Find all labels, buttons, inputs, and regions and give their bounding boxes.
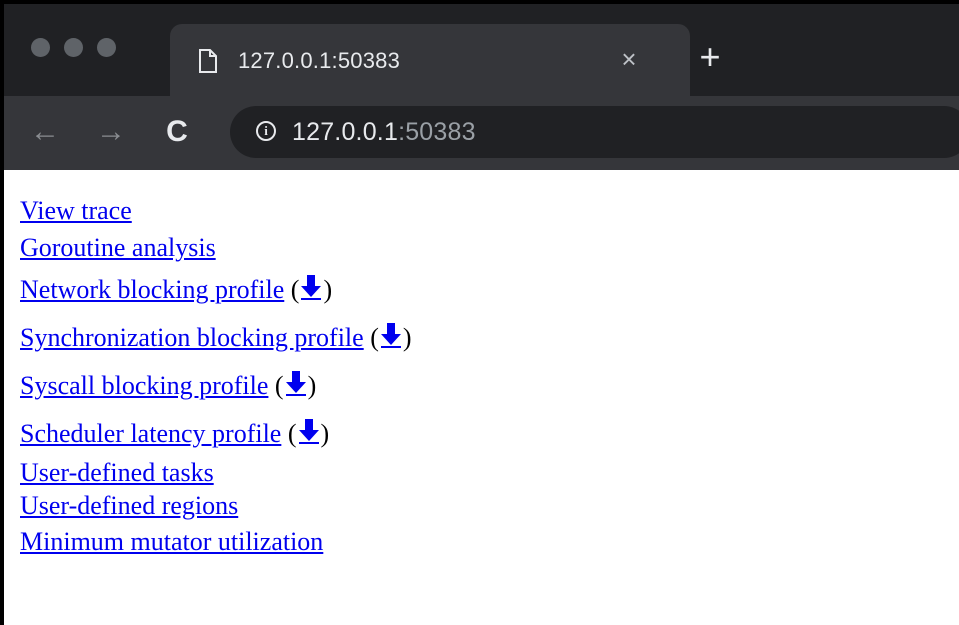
nav-link[interactable]: User-defined tasks: [20, 458, 214, 487]
link-list: View trace Goroutine analysis Network bloc…: [20, 193, 412, 560]
close-window-button[interactable]: [31, 38, 50, 57]
nav-link[interactable]: Syscall blocking profile: [20, 371, 268, 400]
browser-window: 127.0.0.1:50383 × + ← → C i 127.0.0.1:50…: [0, 0, 959, 625]
nav-link[interactable]: Goroutine analysis: [20, 233, 216, 262]
url-port: :50383: [398, 118, 476, 146]
window-controls: [31, 38, 116, 57]
download-arrow-icon: [301, 275, 322, 300]
link-item: Synchronization blocking profile (): [20, 314, 412, 362]
page-content: View trace Goroutine analysis Network bloc…: [20, 193, 412, 560]
link-item: User-defined regions: [20, 488, 412, 524]
nav-link[interactable]: Synchronization blocking profile: [20, 323, 364, 352]
back-button[interactable]: ←: [28, 116, 62, 150]
active-tab[interactable]: 127.0.0.1:50383 ×: [170, 24, 690, 96]
paren-open: (: [363, 323, 379, 352]
paren-open: (: [281, 419, 297, 448]
tab-bar: 127.0.0.1:50383 × +: [4, 4, 959, 96]
link-item: View trace: [20, 193, 412, 229]
download-link[interactable]: [297, 419, 321, 448]
maximize-window-button[interactable]: [97, 38, 116, 57]
paren-close: ): [323, 275, 333, 304]
link-item: User-defined tasks: [20, 458, 412, 488]
new-tab-button[interactable]: +: [694, 39, 726, 75]
tab-title: 127.0.0.1:50383: [238, 48, 401, 73]
url-text: 127.0.0.1:50383: [292, 118, 476, 146]
nav-link[interactable]: Minimum mutator utilization: [20, 527, 323, 556]
link-item: Network blocking profile (): [20, 266, 412, 314]
paren-open: (: [284, 275, 300, 304]
download-arrow-icon: [298, 419, 319, 444]
page-icon: [199, 49, 217, 73]
paren-close: ): [307, 371, 317, 400]
close-tab-icon[interactable]: ×: [616, 46, 642, 72]
download-link[interactable]: [379, 323, 403, 352]
download-arrow-icon: [380, 323, 401, 348]
reload-button[interactable]: C: [160, 116, 194, 150]
nav-link[interactable]: Scheduler latency profile: [20, 419, 281, 448]
url-host: 127.0.0.1: [292, 118, 399, 146]
download-link[interactable]: [284, 371, 308, 400]
info-icon[interactable]: i: [256, 121, 276, 141]
download-link[interactable]: [299, 275, 323, 304]
minimize-window-button[interactable]: [64, 38, 83, 57]
nav-link[interactable]: User-defined regions: [20, 491, 238, 520]
address-bar[interactable]: i 127.0.0.1:50383: [230, 106, 959, 158]
download-arrow-icon: [285, 371, 306, 396]
link-item: Minimum mutator utilization: [20, 524, 412, 560]
link-item: Goroutine analysis: [20, 229, 412, 266]
paren-close: ): [320, 419, 330, 448]
link-item: Scheduler latency profile (): [20, 410, 412, 458]
forward-button[interactable]: →: [94, 116, 128, 150]
toolbar: ← → C i 127.0.0.1:50383: [4, 96, 959, 170]
nav-link[interactable]: Network blocking profile: [20, 275, 284, 304]
paren-close: ): [402, 323, 412, 352]
nav-link[interactable]: View trace: [20, 196, 132, 225]
link-item: Syscall blocking profile (): [20, 362, 412, 410]
paren-open: (: [268, 371, 284, 400]
